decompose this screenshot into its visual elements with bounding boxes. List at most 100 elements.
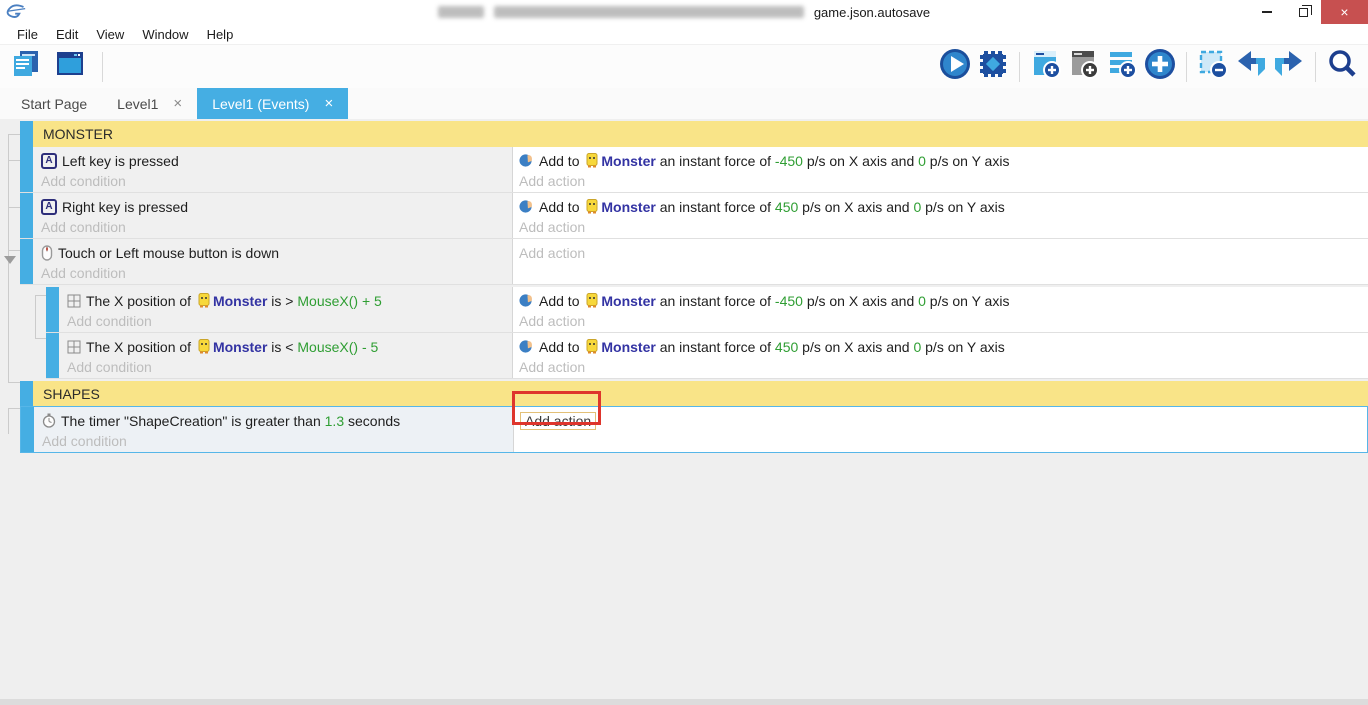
menu-edit[interactable]: Edit xyxy=(47,27,87,42)
event-group-monster[interactable]: MONSTER xyxy=(20,121,1368,147)
keyboard-key-icon: A xyxy=(41,198,57,215)
monster-object-icon xyxy=(586,339,598,354)
add-comment-icon xyxy=(1106,48,1138,85)
gdevelop-logo-icon xyxy=(6,4,26,20)
action-text: Add to xyxy=(539,338,584,355)
object-name: Monster xyxy=(212,292,268,309)
redacted-title-segment xyxy=(437,6,484,18)
project-manager-button[interactable] xyxy=(8,49,44,85)
add-condition-link[interactable]: Add condition xyxy=(42,431,513,450)
conditions-cell[interactable]: A Right key is pressed Add condition xyxy=(33,193,512,238)
conditions-cell[interactable]: Touch or Left mouse button is down Add c… xyxy=(33,239,512,284)
event-color-bar xyxy=(20,121,33,147)
toolbar-separator xyxy=(1186,51,1187,82)
event-color-bar xyxy=(20,381,33,406)
toolbar xyxy=(0,45,1368,88)
action-text: p/s on X axis and xyxy=(798,198,914,215)
sub-event-row: The X position of Monster is < MouseX() … xyxy=(46,333,1368,379)
add-condition-link[interactable]: Add condition xyxy=(67,311,512,330)
menu-window[interactable]: Window xyxy=(133,27,197,42)
remove-selection-button[interactable] xyxy=(1195,49,1231,85)
toolbar-separator xyxy=(1019,51,1020,82)
search-button[interactable] xyxy=(1324,49,1360,85)
conditions-cell[interactable]: The timer "ShapeCreation" is greater tha… xyxy=(34,407,513,452)
menu-help[interactable]: Help xyxy=(198,27,243,42)
condition-text: is xyxy=(267,338,286,355)
timer-name: "ShapeCreation" xyxy=(124,412,228,429)
action-text: Add to xyxy=(539,152,584,169)
add-event-button[interactable] xyxy=(1028,49,1064,85)
tree-line xyxy=(8,250,20,251)
add-action-link[interactable]: Add action xyxy=(519,357,1368,376)
tab-close-icon[interactable]: × xyxy=(173,95,182,112)
action-value: 0 xyxy=(913,338,922,355)
undo-button[interactable] xyxy=(1233,49,1269,85)
tab-level1[interactable]: Level1 × xyxy=(102,88,197,119)
monster-object-icon xyxy=(586,199,598,214)
condition-text: Left key is pressed xyxy=(62,152,179,169)
tree-line xyxy=(35,338,46,339)
add-condition-link[interactable]: Add condition xyxy=(67,357,512,376)
event-row-selected: The timer "ShapeCreation" is greater tha… xyxy=(20,406,1368,453)
group-title[interactable]: MONSTER xyxy=(33,121,1368,147)
object-name: Monster xyxy=(601,292,656,309)
title-bar: game.json.autosave × xyxy=(0,0,1368,24)
action-value: 450 xyxy=(774,338,799,355)
event-color-bar xyxy=(46,333,59,378)
tree-line xyxy=(8,134,20,135)
search-icon xyxy=(1326,48,1358,85)
group-title[interactable]: SHAPES xyxy=(33,381,1368,406)
add-condition-link[interactable]: Add condition xyxy=(41,217,512,236)
restore-button[interactable] xyxy=(1285,0,1321,24)
tab-level1-events[interactable]: Level1 (Events) × xyxy=(197,88,349,119)
add-action-link[interactable]: Add action xyxy=(519,311,1368,330)
add-comment-button[interactable] xyxy=(1104,49,1140,85)
x-position-icon xyxy=(67,294,81,308)
event-group-shapes[interactable]: SHAPES xyxy=(20,381,1368,406)
scene-editor-button[interactable] xyxy=(52,49,88,85)
menu-file[interactable]: File xyxy=(8,27,47,42)
action-value: 450 xyxy=(774,198,799,215)
tab-label: Start Page xyxy=(21,95,88,112)
restore-icon xyxy=(1298,4,1312,17)
mouse-icon xyxy=(41,244,53,261)
monster-object-icon xyxy=(586,293,598,308)
object-name: Monster xyxy=(601,198,656,215)
force-icon xyxy=(519,153,534,168)
add-condition-link[interactable]: Add condition xyxy=(41,171,512,190)
conditions-cell[interactable]: The X position of Monster is > MouseX() … xyxy=(59,287,512,332)
debug-button[interactable] xyxy=(975,49,1011,85)
add-action-link[interactable]: Add action xyxy=(519,242,1368,263)
add-action-link[interactable]: Add action xyxy=(519,217,1368,236)
tab-start-page[interactable]: Start Page xyxy=(6,88,102,119)
event-row: Touch or Left mouse button is down Add c… xyxy=(20,239,1368,285)
x-position-icon xyxy=(67,340,81,354)
play-button[interactable] xyxy=(937,49,973,85)
sub-event-row: The X position of Monster is > MouseX() … xyxy=(46,287,1368,333)
actions-cell[interactable]: Add action xyxy=(513,407,1367,452)
conditions-cell[interactable]: The X position of Monster is < MouseX() … xyxy=(59,333,512,378)
actions-cell[interactable]: Add to Monster an instant force of -450 … xyxy=(512,147,1368,192)
action-text: p/s on X axis and xyxy=(802,292,919,309)
actions-cell[interactable]: Add action xyxy=(512,239,1368,284)
redo-button[interactable] xyxy=(1271,49,1307,85)
action-value: -450 xyxy=(774,152,803,169)
object-name: Monster xyxy=(601,338,656,355)
minimize-button[interactable] xyxy=(1249,0,1285,24)
actions-cell[interactable]: Add to Monster an instant force of 450 p… xyxy=(512,193,1368,238)
add-condition-link[interactable]: Add condition xyxy=(41,263,512,282)
window-title: game.json.autosave xyxy=(0,0,1368,24)
conditions-cell[interactable]: A Left key is pressed Add condition xyxy=(33,147,512,192)
tab-close-icon[interactable]: × xyxy=(324,95,333,112)
close-button[interactable]: × xyxy=(1321,0,1368,24)
event-row: A Right key is pressed Add condition Add … xyxy=(20,193,1368,239)
add-new-button[interactable] xyxy=(1142,49,1178,85)
tree-line xyxy=(8,207,20,208)
actions-cell[interactable]: Add to Monster an instant force of -450 … xyxy=(512,287,1368,332)
menu-view[interactable]: View xyxy=(87,27,133,42)
add-action-link[interactable]: Add action xyxy=(519,171,1368,190)
actions-cell[interactable]: Add to Monster an instant force of 450 p… xyxy=(512,333,1368,378)
add-subevent-button[interactable] xyxy=(1066,49,1102,85)
collapse-expander-icon[interactable] xyxy=(4,256,16,264)
force-icon xyxy=(519,293,534,308)
